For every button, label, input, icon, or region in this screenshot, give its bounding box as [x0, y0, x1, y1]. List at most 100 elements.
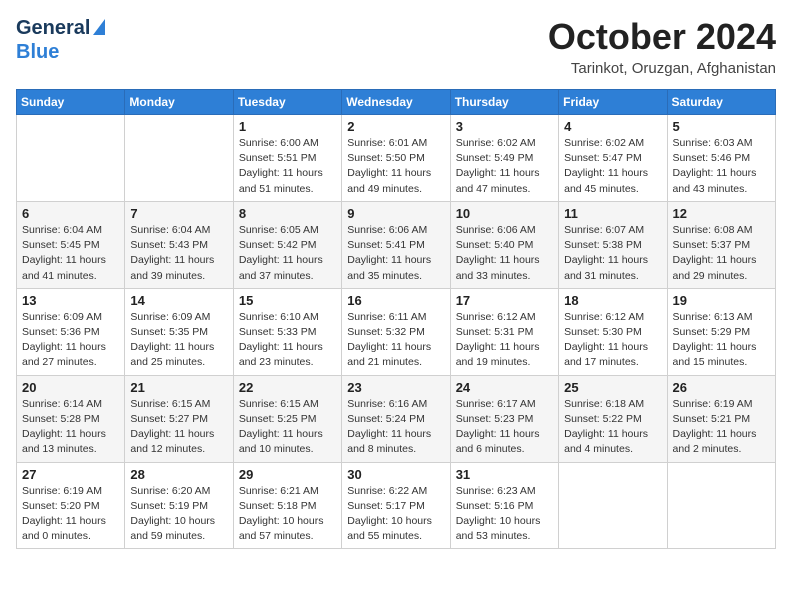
day-detail: Sunrise: 6:04 AM Sunset: 5:45 PM Dayligh… [22, 223, 119, 284]
day-detail: Sunrise: 6:22 AM Sunset: 5:17 PM Dayligh… [347, 484, 444, 545]
day-number: 7 [130, 206, 227, 221]
day-number: 10 [456, 206, 553, 221]
calendar-cell: 6 Sunrise: 6:04 AM Sunset: 5:45 PM Daylig… [17, 201, 125, 288]
day-detail: Sunrise: 6:18 AM Sunset: 5:22 PM Dayligh… [564, 397, 661, 458]
calendar-cell: 1Sunrise: 6:00 AM Sunset: 5:51 PM Daylig… [233, 115, 341, 202]
calendar-week-row: 6 Sunrise: 6:04 AM Sunset: 5:45 PM Daylig… [17, 201, 776, 288]
day-detail: Sunrise: 6:05 AM Sunset: 5:42 PM Dayligh… [239, 223, 336, 284]
day-number: 22 [239, 380, 336, 395]
day-detail: Sunrise: 6:09 AM Sunset: 5:35 PM Dayligh… [130, 310, 227, 371]
calendar-cell: 12 Sunrise: 6:08 AM Sunset: 5:37 PM Dayli… [667, 201, 775, 288]
day-number: 13 [22, 293, 119, 308]
calendar-week-row: 20 Sunrise: 6:14 AM Sunset: 5:28 PM Dayli… [17, 375, 776, 462]
day-detail: Sunrise: 6:14 AM Sunset: 5:28 PM Dayligh… [22, 397, 119, 458]
weekday-header-saturday: Saturday [667, 90, 775, 115]
day-number: 12 [673, 206, 770, 221]
day-number: 26 [673, 380, 770, 395]
calendar-cell: 28 Sunrise: 6:20 AM Sunset: 5:19 PM Dayli… [125, 462, 233, 549]
logo-blue-text: Blue [16, 40, 59, 64]
day-number: 4 [564, 119, 661, 134]
calendar-cell: 29 Sunrise: 6:21 AM Sunset: 5:18 PM Dayli… [233, 462, 341, 549]
day-detail: Sunrise: 6:04 AM Sunset: 5:43 PM Dayligh… [130, 223, 227, 284]
calendar-week-row: 1Sunrise: 6:00 AM Sunset: 5:51 PM Daylig… [17, 115, 776, 202]
day-number: 20 [22, 380, 119, 395]
calendar-cell: 25Sunrise: 6:18 AM Sunset: 5:22 PM Dayli… [559, 375, 667, 462]
calendar-cell: 7 Sunrise: 6:04 AM Sunset: 5:43 PM Daylig… [125, 201, 233, 288]
day-detail: Sunrise: 6:15 AM Sunset: 5:27 PM Dayligh… [130, 397, 227, 458]
calendar-cell: 20 Sunrise: 6:14 AM Sunset: 5:28 PM Dayli… [17, 375, 125, 462]
day-number: 17 [456, 293, 553, 308]
calendar-cell: 24 Sunrise: 6:17 AM Sunset: 5:23 PM Dayli… [450, 375, 558, 462]
day-detail: Sunrise: 6:07 AM Sunset: 5:38 PM Dayligh… [564, 223, 661, 284]
day-number: 24 [456, 380, 553, 395]
day-number: 27 [22, 467, 119, 482]
calendar-body: 1Sunrise: 6:00 AM Sunset: 5:51 PM Daylig… [17, 115, 776, 549]
day-number: 28 [130, 467, 227, 482]
day-number: 3 [456, 119, 553, 134]
day-number: 19 [673, 293, 770, 308]
weekday-header-sunday: Sunday [17, 90, 125, 115]
calendar-cell: 8Sunrise: 6:05 AM Sunset: 5:42 PM Daylig… [233, 201, 341, 288]
calendar-cell: 3Sunrise: 6:02 AM Sunset: 5:49 PM Daylig… [450, 115, 558, 202]
calendar-cell: 18 Sunrise: 6:12 AM Sunset: 5:30 PM Dayli… [559, 288, 667, 375]
day-detail: Sunrise: 6:02 AM Sunset: 5:47 PM Dayligh… [564, 136, 661, 197]
calendar-cell: 19Sunrise: 6:13 AM Sunset: 5:29 PM Dayli… [667, 288, 775, 375]
weekday-header-thursday: Thursday [450, 90, 558, 115]
weekday-header-monday: Monday [125, 90, 233, 115]
day-number: 30 [347, 467, 444, 482]
calendar-cell: 5 Sunrise: 6:03 AM Sunset: 5:46 PM Daylig… [667, 115, 775, 202]
day-detail: Sunrise: 6:08 AM Sunset: 5:37 PM Dayligh… [673, 223, 770, 284]
day-detail: Sunrise: 6:21 AM Sunset: 5:18 PM Dayligh… [239, 484, 336, 545]
day-number: 23 [347, 380, 444, 395]
day-number: 29 [239, 467, 336, 482]
day-number: 6 [22, 206, 119, 221]
logo-arrow-icon [93, 19, 105, 35]
day-number: 18 [564, 293, 661, 308]
day-number: 31 [456, 467, 553, 482]
calendar-cell: 16Sunrise: 6:11 AM Sunset: 5:32 PM Dayli… [342, 288, 450, 375]
calendar-cell: 26Sunrise: 6:19 AM Sunset: 5:21 PM Dayli… [667, 375, 775, 462]
calendar-cell: 31 Sunrise: 6:23 AM Sunset: 5:16 PM Dayli… [450, 462, 558, 549]
calendar-cell: 9 Sunrise: 6:06 AM Sunset: 5:41 PM Daylig… [342, 201, 450, 288]
day-detail: Sunrise: 6:03 AM Sunset: 5:46 PM Dayligh… [673, 136, 770, 197]
day-number: 5 [673, 119, 770, 134]
logo-general-text: General [16, 16, 90, 40]
title-block: October 2024 Tarinkot, Oruzgan, Afghanis… [548, 16, 776, 77]
calendar-week-row: 13Sunrise: 6:09 AM Sunset: 5:36 PM Dayli… [17, 288, 776, 375]
day-detail: Sunrise: 6:16 AM Sunset: 5:24 PM Dayligh… [347, 397, 444, 458]
day-number: 14 [130, 293, 227, 308]
calendar-table: SundayMondayTuesdayWednesdayThursdayFrid… [16, 89, 776, 549]
day-detail: Sunrise: 6:19 AM Sunset: 5:20 PM Dayligh… [22, 484, 119, 545]
day-number: 16 [347, 293, 444, 308]
calendar-week-row: 27 Sunrise: 6:19 AM Sunset: 5:20 PM Dayli… [17, 462, 776, 549]
day-detail: Sunrise: 6:06 AM Sunset: 5:41 PM Dayligh… [347, 223, 444, 284]
calendar-cell [17, 115, 125, 202]
day-number: 21 [130, 380, 227, 395]
day-detail: Sunrise: 6:23 AM Sunset: 5:16 PM Dayligh… [456, 484, 553, 545]
calendar-cell: 14 Sunrise: 6:09 AM Sunset: 5:35 PM Dayli… [125, 288, 233, 375]
calendar-cell: 23 Sunrise: 6:16 AM Sunset: 5:24 PM Dayli… [342, 375, 450, 462]
page-header: General Blue October 2024 Tarinkot, Oruz… [16, 16, 776, 77]
weekday-header-row: SundayMondayTuesdayWednesdayThursdayFrid… [17, 90, 776, 115]
day-number: 9 [347, 206, 444, 221]
weekday-header-friday: Friday [559, 90, 667, 115]
calendar-cell: 2 Sunrise: 6:01 AM Sunset: 5:50 PM Daylig… [342, 115, 450, 202]
location-text: Tarinkot, Oruzgan, Afghanistan [548, 60, 776, 77]
calendar-cell: 27 Sunrise: 6:19 AM Sunset: 5:20 PM Dayli… [17, 462, 125, 549]
day-number: 1 [239, 119, 336, 134]
day-detail: Sunrise: 6:12 AM Sunset: 5:30 PM Dayligh… [564, 310, 661, 371]
day-detail: Sunrise: 6:17 AM Sunset: 5:23 PM Dayligh… [456, 397, 553, 458]
day-number: 2 [347, 119, 444, 134]
calendar-cell: 10Sunrise: 6:06 AM Sunset: 5:40 PM Dayli… [450, 201, 558, 288]
calendar-cell: 21 Sunrise: 6:15 AM Sunset: 5:27 PM Dayli… [125, 375, 233, 462]
day-detail: Sunrise: 6:20 AM Sunset: 5:19 PM Dayligh… [130, 484, 227, 545]
calendar-cell [667, 462, 775, 549]
calendar-cell: 17Sunrise: 6:12 AM Sunset: 5:31 PM Dayli… [450, 288, 558, 375]
day-detail: Sunrise: 6:01 AM Sunset: 5:50 PM Dayligh… [347, 136, 444, 197]
day-number: 11 [564, 206, 661, 221]
calendar-cell: 22Sunrise: 6:15 AM Sunset: 5:25 PM Dayli… [233, 375, 341, 462]
weekday-header-wednesday: Wednesday [342, 90, 450, 115]
calendar-cell: 15Sunrise: 6:10 AM Sunset: 5:33 PM Dayli… [233, 288, 341, 375]
calendar-cell: 13Sunrise: 6:09 AM Sunset: 5:36 PM Dayli… [17, 288, 125, 375]
logo: General Blue [16, 16, 105, 64]
